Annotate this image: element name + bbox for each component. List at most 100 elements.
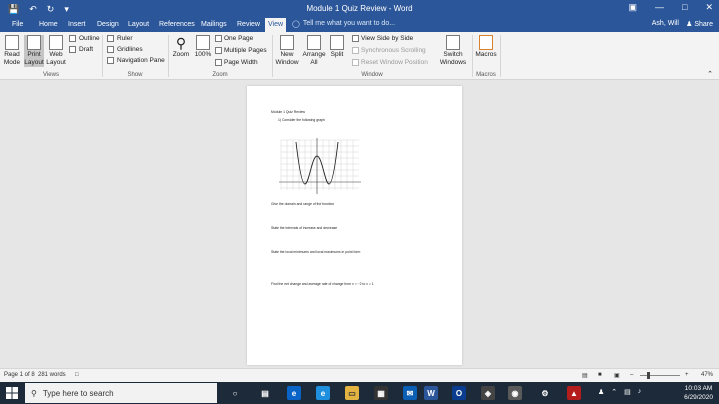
user-name[interactable]: Ash, Will	[652, 20, 679, 27]
outline-button[interactable]: Outline	[69, 35, 100, 42]
tab-mailings[interactable]: Mailings	[198, 20, 230, 30]
gridlines-checkbox[interactable]: Gridlines	[107, 46, 143, 53]
function-graph	[279, 138, 361, 194]
mail-icon[interactable]: ✉	[403, 386, 417, 400]
web-layout-view-icon[interactable]: ▣	[614, 372, 620, 379]
tab-references[interactable]: References	[156, 20, 198, 30]
settings-gear-icon[interactable]: ⚙	[538, 386, 552, 400]
one-page-label: One Page	[224, 35, 254, 42]
tab-review[interactable]: Review	[234, 20, 263, 30]
synchronous-scrolling-button: Synchronous Scrolling	[352, 47, 426, 54]
zoom-100-button[interactable]: 100%	[193, 35, 213, 59]
zoom-group-label: Zoom	[212, 72, 228, 78]
question-domain-range: Give the domain and range of the functio…	[271, 202, 335, 206]
macros-button[interactable]: Macros	[475, 35, 497, 59]
network-icon[interactable]: ▤	[624, 388, 631, 396]
zoom-slider-thumb[interactable]	[647, 372, 650, 379]
arrange-all-label-1: Arrange	[302, 51, 326, 58]
zoom-slider[interactable]	[640, 375, 680, 376]
store-icon[interactable]: ▦	[374, 386, 388, 400]
read-mode-view-icon[interactable]: ▤	[582, 372, 588, 379]
reset-position-label: Reset Window Position	[361, 59, 428, 66]
proofing-icon[interactable]: □	[75, 372, 79, 378]
share-label: Share	[694, 21, 713, 28]
close-icon[interactable]: ✕	[705, 2, 713, 13]
sync-scroll-icon	[352, 47, 359, 54]
graph-gridlines	[280, 139, 359, 190]
tab-insert[interactable]: Insert	[65, 20, 89, 30]
split-button[interactable]: Split	[328, 35, 346, 59]
edge-icon[interactable]: e	[287, 386, 301, 400]
file-explorer-icon[interactable]: ▭	[345, 386, 359, 400]
taskbar-search-box[interactable]: ⚲ Type here to search	[25, 383, 217, 403]
zoom-100-icon	[196, 35, 210, 50]
macros-label: Macros	[475, 51, 497, 58]
tab-layout[interactable]: Layout	[125, 20, 152, 30]
macros-group-label: Macros	[476, 72, 496, 78]
clock[interactable]: 10:03 AM 6/29/2020	[684, 384, 713, 402]
read-mode-button[interactable]: Read Mode	[2, 35, 22, 67]
tab-view[interactable]: View	[265, 18, 287, 32]
arrange-all-label-2: All	[310, 59, 318, 66]
page-width-button[interactable]: Page Width	[215, 59, 258, 66]
one-page-icon	[215, 35, 222, 42]
page-count[interactable]: Page 1 of 8	[4, 372, 35, 378]
one-page-button[interactable]: One Page	[215, 35, 253, 42]
navigation-pane-checkbox[interactable]: Navigation Pane	[107, 57, 165, 64]
draft-button[interactable]: Draft	[69, 46, 93, 53]
ribbon: Read Mode Print Layout Web Layout Outlin…	[0, 32, 719, 80]
word-count[interactable]: 281 words	[38, 372, 66, 378]
zoom-button[interactable]: ⚲ Zoom	[171, 35, 191, 59]
volume-icon[interactable]: ♪	[638, 388, 642, 396]
search-icon: ⚲	[31, 388, 37, 398]
new-window-button[interactable]: New Window	[275, 35, 299, 67]
collapse-ribbon-icon[interactable]: ⌃	[707, 70, 713, 78]
zoom-in-icon[interactable]: +	[685, 372, 689, 378]
arrange-all-button[interactable]: Arrange All	[302, 35, 326, 67]
draft-icon	[69, 46, 76, 53]
tab-home[interactable]: Home	[36, 20, 61, 30]
tab-design[interactable]: Design	[94, 20, 122, 30]
multiple-pages-button[interactable]: Multiple Pages	[215, 47, 267, 54]
group-divider	[272, 35, 273, 77]
print-layout-view-icon[interactable]: ■	[598, 372, 602, 378]
question-intervals: State the intervals of increase and decr…	[271, 226, 338, 230]
system-tray: ♟ ⌃ ▤ ♪	[598, 388, 641, 396]
show-group-label: Show	[127, 72, 143, 78]
app-icon[interactable]: ◈	[481, 386, 495, 400]
switch-windows-label-1: Switch	[443, 51, 463, 58]
zoom-out-icon[interactable]: –	[630, 372, 633, 378]
web-layout-button[interactable]: Web Layout	[45, 35, 67, 67]
tell-me-box[interactable]: ◯ Tell me what you want to do...	[292, 20, 395, 28]
document-page[interactable]: Module 1 Quiz Review 1) Consider the fol…	[247, 86, 462, 365]
side-by-side-icon	[352, 35, 359, 42]
zoom-100-label: 100%	[194, 51, 212, 58]
macros-icon	[479, 35, 493, 50]
zoom-percent[interactable]: 47%	[701, 372, 713, 378]
question-1: 1) Consider the following graph	[278, 118, 325, 122]
switch-windows-icon	[446, 35, 460, 50]
windows-start-icon[interactable]	[6, 387, 18, 399]
view-side-by-side-button[interactable]: View Side by Side	[352, 35, 413, 42]
print-layout-button[interactable]: Print Layout	[24, 35, 44, 67]
share-button[interactable]: ♟ Share	[686, 20, 713, 28]
chrome-icon[interactable]: ◉	[508, 386, 522, 400]
ruler-label: Ruler	[117, 35, 133, 42]
people-icon[interactable]: ♟	[598, 388, 604, 396]
pdf-reader-icon[interactable]: ▲	[567, 386, 581, 400]
word-icon[interactable]: W	[424, 386, 438, 400]
views-group-label: Views	[43, 72, 59, 78]
ruler-box	[107, 35, 114, 42]
cortana-icon[interactable]: ○	[228, 386, 242, 400]
maximize-icon[interactable]: □	[682, 2, 687, 13]
outlook-icon[interactable]: O	[452, 386, 466, 400]
chevron-up-icon[interactable]: ⌃	[611, 388, 617, 396]
task-view-icon[interactable]: ▤	[258, 386, 272, 400]
minimize-icon[interactable]: —	[655, 2, 664, 13]
ruler-checkbox[interactable]: Ruler	[107, 35, 133, 42]
side-by-side-label: View Side by Side	[361, 35, 414, 42]
switch-windows-button[interactable]: Switch Windows	[437, 35, 469, 67]
tab-file[interactable]: File	[9, 20, 26, 30]
ribbon-display-icon[interactable]: ▣	[629, 2, 638, 13]
edge-browser-icon[interactable]: e	[316, 386, 330, 400]
